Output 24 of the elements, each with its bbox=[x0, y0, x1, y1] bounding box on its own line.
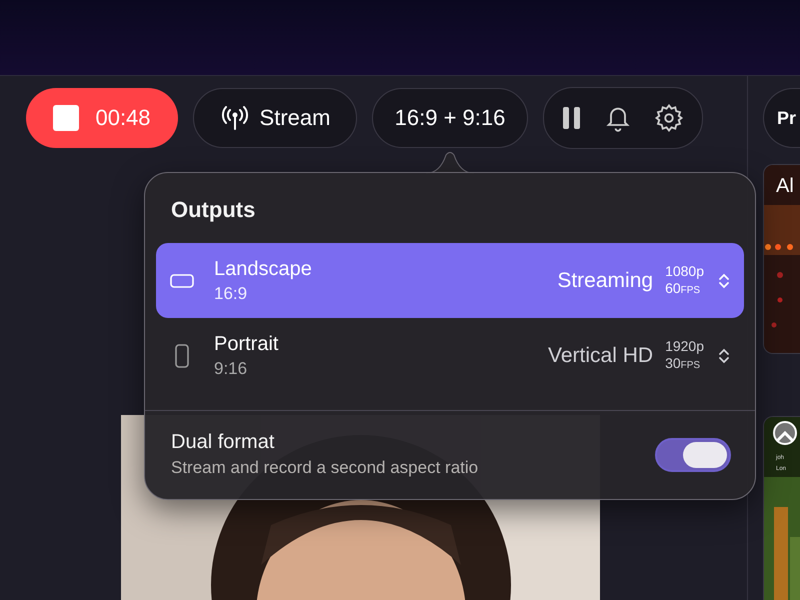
setting-title: Dual format bbox=[171, 431, 276, 454]
output-name: Landscape bbox=[214, 258, 313, 280]
resolution-label: 1080p bbox=[665, 262, 704, 280]
output-ratio: 16:9 bbox=[214, 284, 248, 304]
popover-title: Outputs bbox=[171, 197, 256, 223]
chevron-updown-icon[interactable] bbox=[718, 346, 730, 364]
preset-label: Streaming bbox=[557, 268, 654, 292]
setting-description: Stream and record a second aspect ratio bbox=[171, 458, 480, 478]
preset-label: Vertical HD bbox=[548, 344, 654, 368]
fps-label: 60FPS bbox=[665, 280, 702, 298]
side-button[interactable]: Pr bbox=[763, 88, 800, 148]
toggle-switch[interactable] bbox=[655, 438, 731, 472]
antenna-icon bbox=[220, 105, 250, 131]
pause-icon[interactable] bbox=[562, 105, 582, 131]
settings-icon[interactable] bbox=[654, 103, 684, 133]
output-ratio: 9:16 bbox=[214, 358, 248, 378]
resolution-label: 1920p bbox=[665, 338, 704, 354]
fps-label: 30FPS bbox=[665, 354, 702, 372]
card-title: Al bbox=[776, 175, 794, 198]
aspect-ratio-button[interactable]: 16:9 + 9:16 bbox=[372, 88, 528, 148]
landscape-icon bbox=[170, 274, 194, 288]
stream-button[interactable]: Stream bbox=[193, 88, 357, 148]
stop-icon bbox=[53, 105, 80, 131]
output-name: Portrait bbox=[214, 332, 280, 356]
